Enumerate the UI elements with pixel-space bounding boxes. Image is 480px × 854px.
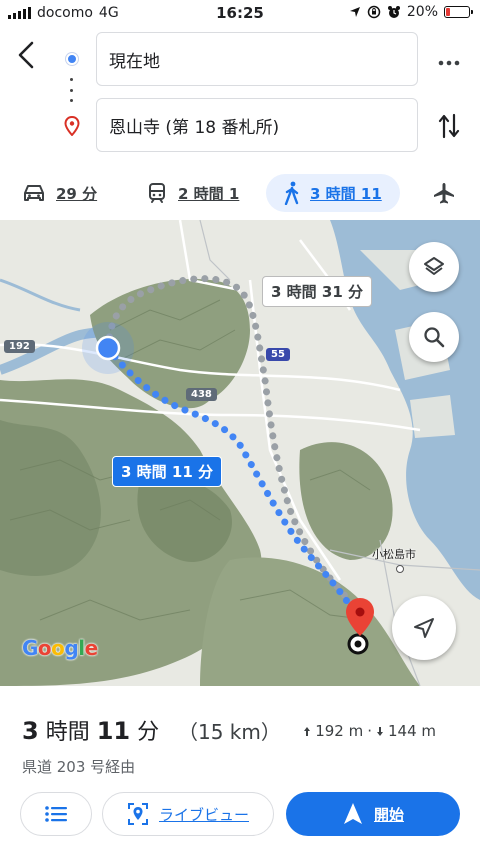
live-view-icon [127,803,148,825]
recenter-button[interactable] [392,596,456,660]
distance: （15 km） [178,720,281,744]
swap-direction-button[interactable] [438,112,460,140]
train-icon [149,183,165,203]
route-dots-icon [70,78,74,102]
origin-input[interactable]: 現在地 [96,32,418,86]
road-label-55: 55 [266,348,290,361]
route-via: 県道 203 号経由 [22,758,136,776]
descent-arrow-icon [376,726,383,736]
road-label-192: 192 [4,340,35,353]
back-arrow-icon [18,41,34,69]
elevation-info: 192 m · 144 m [303,722,436,740]
back-button[interactable] [14,40,42,72]
car-icon [24,185,44,201]
layers-icon [424,257,444,275]
flight-icon [434,183,454,204]
duration-hours: 3 [22,717,39,745]
descent-value: 144 m [387,722,436,740]
tab-flight[interactable] [432,174,456,212]
battery-percent: 20% [406,4,438,20]
elevation-separator: · [367,722,372,740]
start-navigation-button[interactable]: 開始 [286,792,460,836]
battery-level [446,8,450,16]
alarm-icon [387,6,400,18]
place-label: 小松島市 [372,548,416,561]
location-arrow-icon [349,7,360,17]
destination-input[interactable]: 恩山寺 (第 18 番札所) [96,98,418,152]
route-summary-sheet: 3 時間 11 分 （15 km） 192 m · 144 m 県道 203 号… [0,686,480,854]
screen-rotation-lock-icon [367,5,381,19]
ascent-value: 192 m [315,722,364,740]
list-icon [45,806,67,822]
tab-driving[interactable]: 29 分 [22,174,97,212]
status-bar: docomo 4G 16:25 20% [0,0,480,28]
duration-hours-unit: 時間 [45,720,90,745]
steps-button[interactable] [20,792,92,836]
navigation-start-icon [343,803,362,824]
search-along-route-button[interactable] [409,312,459,362]
tab-walking[interactable]: 3 時間 11 [266,174,400,212]
swap-direction-icon [438,113,460,139]
live-view-button[interactable]: ライブビュー [102,792,274,836]
alternative-route-label[interactable]: 3 時間 31 分 [262,276,372,307]
battery-icon [444,6,473,18]
walking-icon [284,181,299,205]
search-icon [424,327,445,348]
duration: 3 時間 11 分 [22,714,159,746]
duration-minutes-unit: 分 [137,720,160,745]
travel-mode-tabs: 29 分 2 時間 1 3 時間 11 [0,170,480,216]
navigation-arrow-icon [414,618,434,638]
start-label: 開始 [373,805,404,824]
live-view-label: ライブビュー [158,805,249,824]
origin-dot-icon [66,53,78,65]
map-view[interactable]: 192 55 438 小松島市 3 時間 31 分 3 時間 11 分 Goog… [0,220,480,686]
tab-driving-label: 29 分 [56,184,98,203]
main-route-label[interactable]: 3 時間 11 分 [112,456,222,487]
duration-minutes: 11 [96,717,131,745]
google-logo: Google [22,636,98,660]
ascent-arrow-icon [304,726,311,736]
more-options-button[interactable] [438,50,460,70]
destination-pin-icon [64,116,80,136]
more-options-icon [438,60,460,66]
tab-walking-label: 3 時間 11 [310,184,382,203]
tab-transit[interactable]: 2 時間 1 [146,174,239,212]
road-label-438: 438 [186,388,217,401]
current-location-marker [95,335,121,361]
tab-transit-label: 2 時間 1 [178,184,240,203]
layers-button[interactable] [409,242,459,292]
